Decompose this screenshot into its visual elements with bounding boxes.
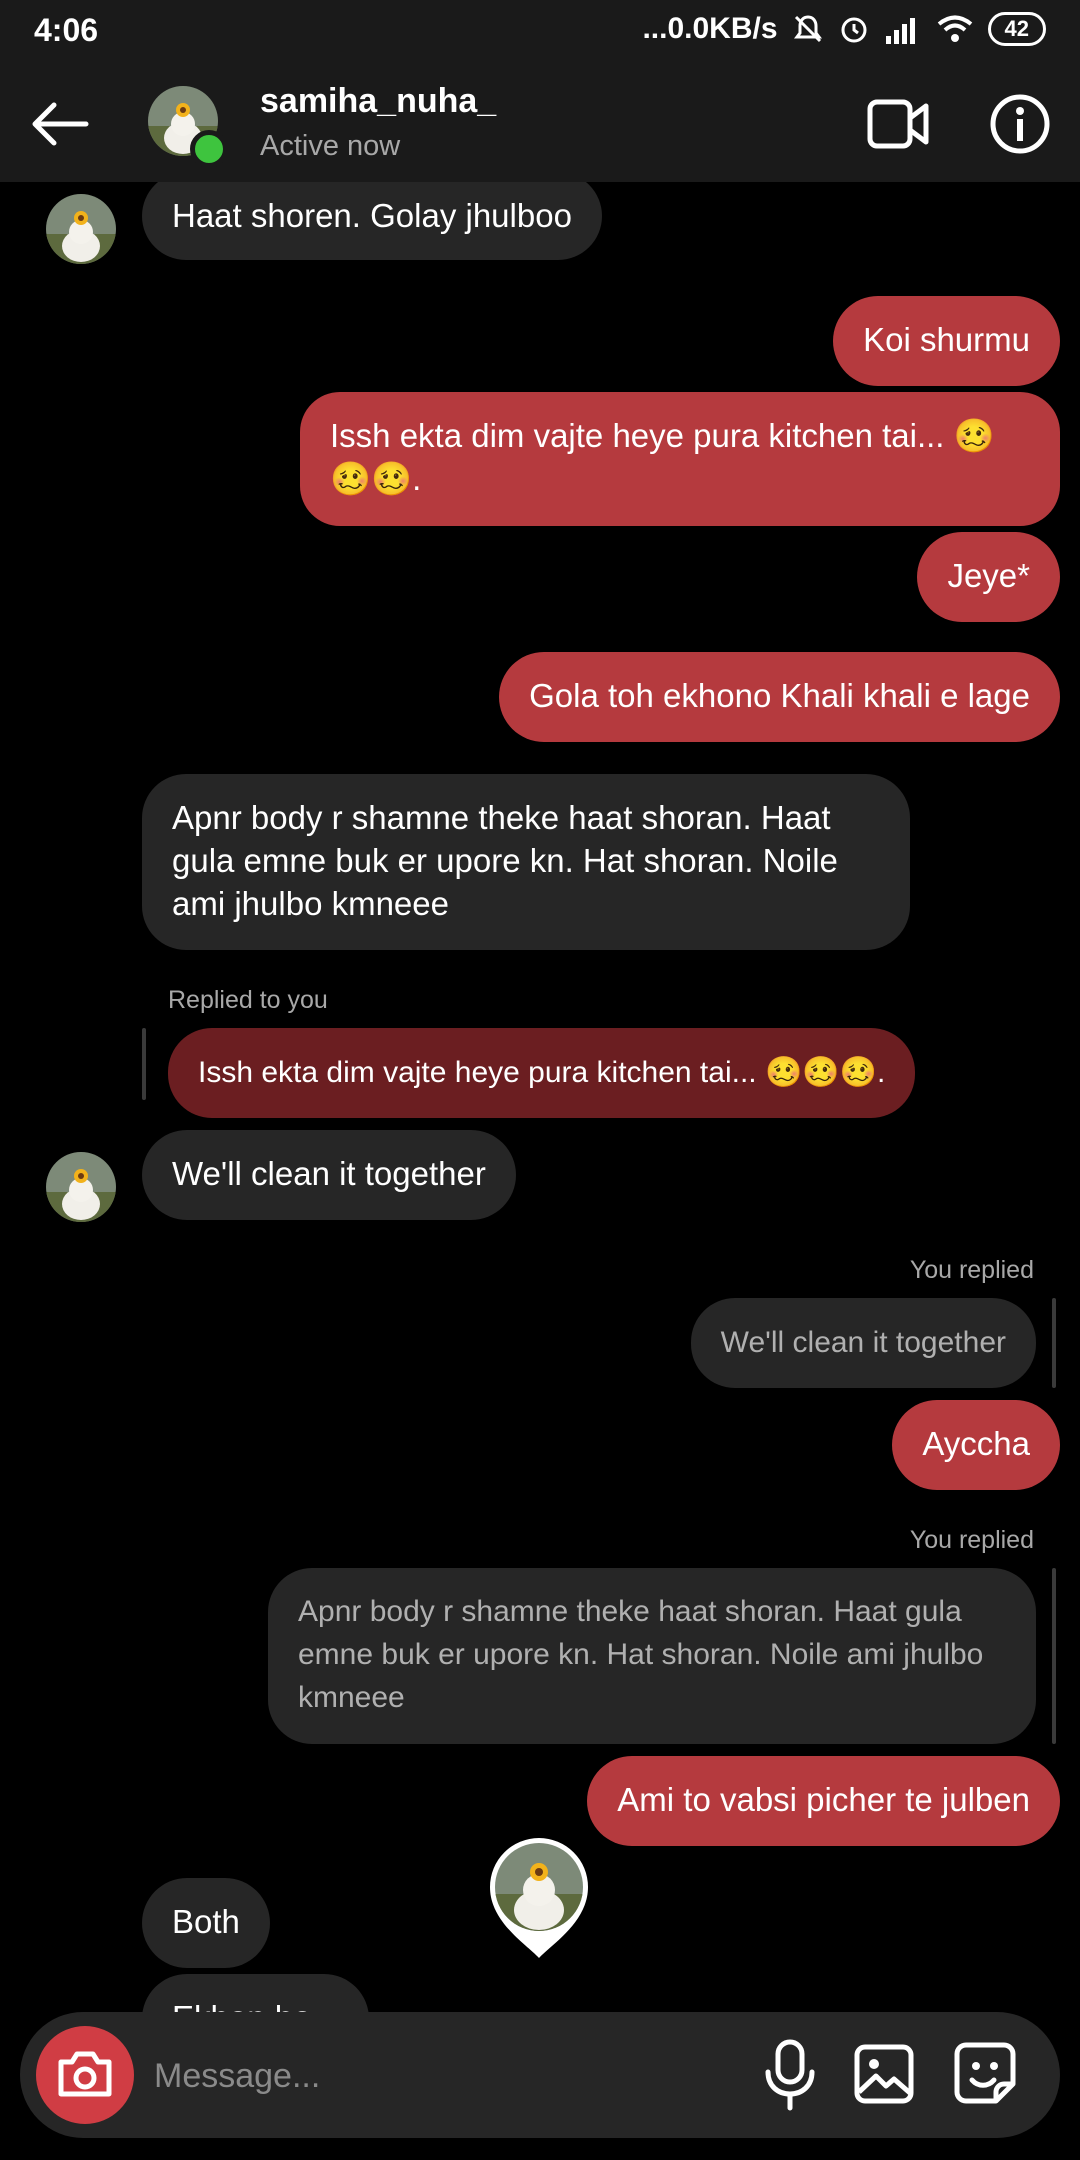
- outgoing-message[interactable]: Ami to vabsi picher te julben: [587, 1756, 1060, 1846]
- seen-avatar-icon: [490, 1838, 588, 1958]
- network-speed: ...0.0KB/s: [642, 12, 778, 45]
- sender-avatar[interactable]: [46, 1152, 116, 1222]
- status-icons: ...0.0KB/s 42: [642, 12, 1046, 46]
- reply-indicator-line: [142, 1028, 146, 1100]
- wifi-icon: [937, 15, 972, 42]
- reply-indicator-line: [1052, 1298, 1056, 1388]
- message-thread[interactable]: Haat shoren. Golay jhulboo Koi shurmu Is…: [0, 182, 1080, 2012]
- contact-username[interactable]: samiha_nuha_: [260, 82, 496, 121]
- outgoing-message[interactable]: Issh ekta dim vajte heye pura kitchen ta…: [300, 392, 1060, 526]
- status-time: 4:06: [34, 12, 99, 48]
- camera-icon: [58, 2051, 112, 2097]
- reply-label: Replied to you: [168, 986, 328, 1014]
- incoming-message[interactable]: Both: [142, 1878, 270, 1968]
- quoted-message[interactable]: We'll clean it together: [690, 1298, 1036, 1388]
- outgoing-message[interactable]: Jeye*: [917, 532, 1060, 622]
- incoming-message[interactable]: We'll clean it together: [142, 1130, 516, 1220]
- mute-icon: [793, 15, 822, 43]
- microphone-icon[interactable]: [760, 2038, 820, 2112]
- incoming-message[interactable]: Ekhon ho...: [142, 1974, 369, 2012]
- quoted-message[interactable]: Issh ekta dim vajte heye pura kitchen ta…: [168, 1028, 916, 1118]
- outgoing-message[interactable]: Ayccha: [892, 1400, 1060, 1490]
- camera-button[interactable]: [36, 2026, 134, 2124]
- signal-icon: [885, 18, 915, 44]
- info-icon[interactable]: [988, 92, 1052, 156]
- alarm-icon: [841, 17, 867, 43]
- message-input[interactable]: [152, 2036, 716, 2116]
- chat-header: samiha_nuha_ Active now: [0, 62, 1080, 182]
- quoted-message[interactable]: Apnr body r shamne theke haat shoran. Ha…: [268, 1568, 1036, 1744]
- outgoing-message[interactable]: Koi shurmu: [833, 296, 1060, 386]
- gallery-icon[interactable]: [852, 2042, 916, 2106]
- status-bar: 4:06 ...0.0KB/s 42: [0, 0, 1080, 62]
- outgoing-message[interactable]: Gola toh ekhono Khali khali e lage: [499, 652, 1060, 742]
- incoming-message[interactable]: Apnr body r shamne theke haat shoran. Ha…: [142, 774, 910, 950]
- online-indicator: [190, 130, 228, 168]
- sender-avatar[interactable]: [46, 194, 116, 264]
- battery-indicator: 42: [987, 12, 1046, 46]
- reply-label: You replied: [909, 1526, 1034, 1554]
- reply-indicator-line: [1052, 1568, 1056, 1744]
- back-arrow-icon[interactable]: [28, 92, 92, 156]
- contact-status: Active now: [260, 130, 401, 162]
- message-composer: [20, 2012, 1060, 2138]
- sticker-icon[interactable]: [952, 2040, 1018, 2106]
- video-call-icon[interactable]: [866, 94, 930, 154]
- reply-label: You replied: [909, 1256, 1034, 1284]
- incoming-message[interactable]: Haat shoren. Golay jhulboo: [142, 182, 602, 260]
